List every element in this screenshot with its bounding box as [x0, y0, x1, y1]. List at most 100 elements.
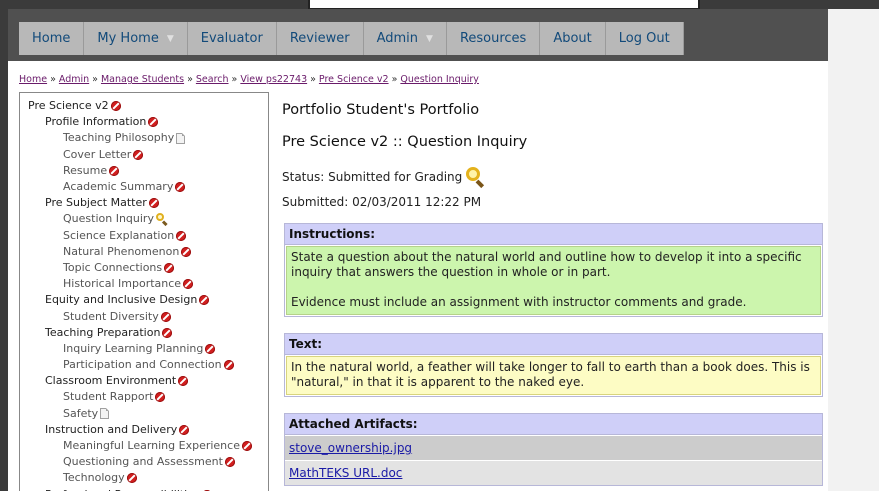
nav-item-label: Home: [32, 31, 71, 46]
breadcrumb-link-home[interactable]: Home: [19, 74, 47, 85]
tree-item-teaching-preparation[interactable]: Teaching Preparation: [28, 325, 268, 341]
breadcrumb-link-manage-students[interactable]: Manage Students: [101, 74, 184, 85]
tree-item-teaching-philosophy[interactable]: Teaching Philosophy: [28, 130, 268, 146]
tree-item-label: Natural Phenomenon: [63, 244, 180, 258]
tree-item-safety[interactable]: Safety: [28, 406, 268, 422]
tree-item-label: Professional Responsibilities: [45, 487, 200, 491]
tree-item-meaningful-learning-experience[interactable]: Meaningful Learning Experience: [28, 438, 268, 454]
breadcrumb-link-question-inquiry[interactable]: Question Inquiry: [400, 74, 479, 85]
document-icon[interactable]: [100, 408, 110, 420]
tree-item-label: Teaching Philosophy: [63, 131, 175, 145]
artifact-row: stove_ownership.jpg: [285, 435, 822, 460]
not-allowed-icon[interactable]: [175, 182, 186, 193]
not-allowed-icon[interactable]: [133, 149, 144, 160]
tree-item-historical-importance[interactable]: Historical Importance: [28, 276, 268, 292]
right-gutter: [828, 9, 879, 491]
tree-item-label: Topic Connections: [63, 260, 163, 274]
not-allowed-icon[interactable]: [110, 101, 121, 112]
not-allowed-icon[interactable]: [155, 392, 166, 403]
breadcrumb-link-admin[interactable]: Admin: [59, 74, 89, 85]
not-allowed-icon[interactable]: [176, 230, 187, 241]
portfolio-title: Portfolio Student's Portfolio: [282, 102, 480, 118]
tree-item-instruction-and-delivery[interactable]: Instruction and Delivery: [28, 422, 268, 438]
tree-item-pre-science-v2[interactable]: Pre Science v2: [28, 98, 268, 114]
tree-item-label: Student Rapport: [63, 390, 154, 404]
not-allowed-icon[interactable]: [164, 262, 175, 273]
instructions-paragraph: Evidence must include an assignment with…: [291, 295, 747, 309]
tree-item-label: Pre Subject Matter: [45, 196, 147, 210]
not-allowed-icon[interactable]: [148, 117, 159, 128]
not-allowed-icon[interactable]: [160, 311, 171, 322]
nav-item-reviewer[interactable]: Reviewer: [276, 22, 364, 55]
tree-item-topic-connections[interactable]: Topic Connections: [28, 260, 268, 276]
tree-item-classroom-environment[interactable]: Classroom Environment: [28, 373, 268, 389]
document-icon[interactable]: [176, 132, 186, 144]
magnifier-icon[interactable]: [155, 213, 168, 227]
not-allowed-icon[interactable]: [178, 376, 189, 387]
not-allowed-icon[interactable]: [179, 424, 190, 435]
nav-item-log-out[interactable]: Log Out: [605, 22, 684, 55]
chevron-down-icon: ▼: [426, 33, 433, 44]
artifact-link[interactable]: MathTEKS URL.doc: [289, 466, 402, 480]
nav-item-my-home[interactable]: My Home ▼: [84, 22, 188, 55]
not-allowed-icon[interactable]: [223, 360, 234, 371]
nav-item-evaluator[interactable]: Evaluator: [187, 22, 277, 55]
not-allowed-icon[interactable]: [181, 246, 192, 257]
tree-item-inquiry-learning-planning[interactable]: Inquiry Learning Planning: [28, 341, 268, 357]
tree-item-resume[interactable]: Resume: [28, 163, 268, 179]
not-allowed-icon[interactable]: [224, 457, 235, 468]
tree-item-technology[interactable]: Technology: [28, 470, 268, 486]
tree-item-label: Inquiry Learning Planning: [63, 341, 204, 355]
not-allowed-icon[interactable]: [183, 279, 194, 290]
tree-item-questioning-and-assessment[interactable]: Questioning and Assessment: [28, 454, 268, 470]
tree-item-question-inquiry[interactable]: Question Inquiry: [28, 211, 268, 227]
nav-item-admin[interactable]: Admin ▼: [363, 22, 447, 55]
artifact-link[interactable]: stove_ownership.jpg: [289, 441, 412, 455]
nav-item-home[interactable]: Home: [19, 22, 85, 55]
tree-item-label: Questioning and Assessment: [63, 455, 223, 469]
tree-item-professional-responsibilities[interactable]: Professional Responsibilities: [28, 487, 268, 491]
tree-item-pre-subject-matter[interactable]: Pre Subject Matter: [28, 195, 268, 211]
tree-item-science-explanation[interactable]: Science Explanation: [28, 228, 268, 244]
tree-item-label: Cover Letter: [63, 147, 132, 161]
tree-item-label: Science Explanation: [63, 228, 175, 242]
tree-item-label: Resume: [63, 163, 108, 177]
not-allowed-icon[interactable]: [148, 198, 159, 209]
portfolio-tree: Pre Science v2 Profile Information Teachin…: [19, 92, 269, 491]
breadcrumb-link-pre-science-v2[interactable]: Pre Science v2: [319, 74, 389, 85]
breadcrumb-separator: »: [231, 74, 238, 85]
tree-item-label: Teaching Preparation: [45, 325, 161, 339]
tree-item-participation-and-connection[interactable]: Participation and Connection: [28, 357, 268, 373]
not-allowed-icon[interactable]: [205, 343, 216, 354]
nav-item-about[interactable]: About: [540, 22, 606, 55]
instructions-paragraph: State a question about the natural world…: [291, 250, 802, 279]
nav-item-resources[interactable]: Resources: [446, 22, 541, 55]
not-allowed-icon[interactable]: [199, 295, 210, 306]
tree-item-profile-information[interactable]: Profile Information: [28, 114, 268, 130]
tree-item-cover-letter[interactable]: Cover Letter: [28, 147, 268, 163]
magnifier-icon[interactable]: [464, 167, 486, 189]
artifacts-heading: Attached Artifacts:: [285, 414, 822, 435]
breadcrumb-link-search[interactable]: Search: [196, 74, 229, 85]
tree-item-equity-and-inclusive-design[interactable]: Equity and Inclusive Design: [28, 292, 268, 308]
main-content: Portfolio Student's Portfolio Pre Scienc…: [282, 96, 824, 486]
not-allowed-icon[interactable]: [162, 327, 173, 338]
tree-item-academic-summary[interactable]: Academic Summary: [28, 179, 268, 195]
breadcrumb-separator: »: [50, 74, 56, 85]
breadcrumb: Home» Admin» Manage Students» Search» View p…: [19, 74, 479, 85]
tree-item-label: Historical Importance: [63, 277, 182, 291]
not-allowed-icon[interactable]: [109, 165, 120, 176]
tree-item-natural-phenomenon[interactable]: Natural Phenomenon: [28, 244, 268, 260]
tree-item-label: Academic Summary: [63, 180, 174, 194]
status-text: Status: Submitted for Grading: [282, 170, 463, 184]
tree-item-label: Participation and Connection: [63, 358, 222, 372]
nav-item-label: Evaluator: [200, 31, 263, 46]
not-allowed-icon[interactable]: [241, 441, 252, 452]
instructions-panel: Instructions: State a question about the…: [284, 223, 823, 317]
tree-item-student-rapport[interactable]: Student Rapport: [28, 389, 268, 405]
text-heading: Text:: [285, 334, 822, 355]
breadcrumb-link-view-ps22743[interactable]: View ps22743: [240, 74, 307, 85]
not-allowed-icon[interactable]: [126, 473, 137, 484]
tree-item-student-diversity[interactable]: Student Diversity: [28, 308, 268, 324]
tree-item-label: Instruction and Delivery: [45, 422, 178, 436]
